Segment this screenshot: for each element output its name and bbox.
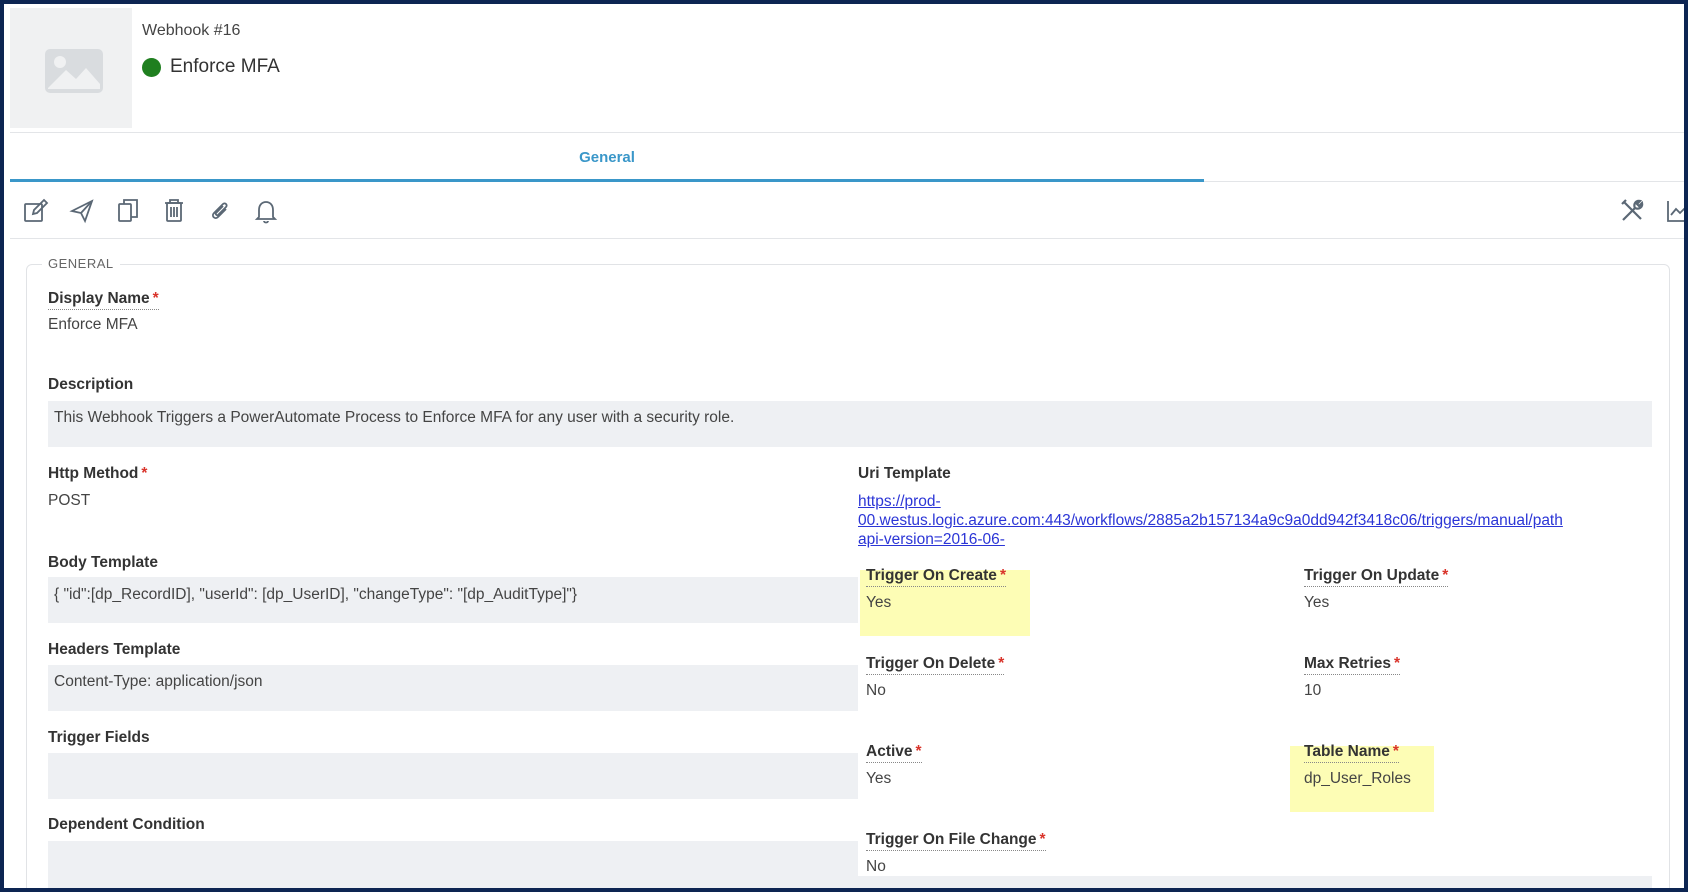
tools-icon[interactable] (1618, 197, 1646, 225)
table-name-label: Table Name * (1304, 743, 1399, 763)
body-template-label: Body Template (48, 554, 158, 571)
record-header: Webhook #16 Enforce MFA (4, 4, 1684, 132)
description-value: This Webhook Triggers a PowerAutomate Pr… (54, 409, 735, 426)
max-retries-label: Max Retries * (1304, 655, 1401, 675)
uri-template-link-line2[interactable]: 00.westus.logic.azure.com:443/workflows/… (858, 511, 1658, 530)
headers-template-label: Headers Template (48, 641, 181, 658)
toolbar (10, 183, 1684, 239)
trigger-on-create-label: Trigger On Create * (866, 567, 1006, 587)
display-name-label: Display Name * (48, 290, 159, 310)
display-name-value[interactable]: Enforce MFA (48, 316, 138, 334)
tab-general[interactable]: General (10, 133, 1204, 182)
trigger-on-delete-label: Trigger On Delete * (866, 655, 1005, 675)
uri-template-link-line3[interactable]: api-version=2016-06- (858, 530, 1658, 548)
trigger-on-file-change-value[interactable]: No (866, 858, 886, 876)
trigger-fields-field[interactable] (48, 753, 858, 799)
trigger-on-create-value[interactable]: Yes (866, 594, 891, 612)
trigger-on-file-change-label: Trigger On File Change * (866, 831, 1046, 851)
edit-icon[interactable] (22, 197, 50, 225)
uri-template-field: https://prod- 00.westus.logic.azure.com:… (858, 492, 1658, 548)
chart-icon[interactable] (1664, 197, 1684, 225)
trigger-fields-label: Trigger Fields (48, 729, 150, 746)
active-value[interactable]: Yes (866, 770, 891, 788)
uri-template-link-line1[interactable]: https://prod- (858, 492, 1658, 511)
record-image-placeholder[interactable] (10, 8, 132, 128)
section-title: GENERAL (42, 256, 120, 271)
table-name-value[interactable]: dp_User_Roles (1304, 770, 1411, 788)
app-frame: Webhook #16 Enforce MFA General GENERAL … (0, 0, 1688, 892)
http-method-label: Http Method * (48, 465, 148, 482)
tab-bar: General (10, 132, 1684, 182)
trigger-on-file-change-field-edge (858, 876, 1652, 888)
active-label: Active * (866, 743, 922, 763)
uri-template-label: Uri Template (858, 465, 951, 482)
headers-template-value: Content-Type: application/json (54, 673, 263, 690)
copy-icon[interactable] (114, 197, 142, 225)
trigger-on-update-label: Trigger On Update * (1304, 567, 1449, 587)
attach-icon[interactable] (206, 197, 234, 225)
record-type-label: Webhook #16 (142, 22, 241, 39)
status-indicator (142, 57, 161, 77)
send-icon[interactable] (68, 197, 96, 225)
record-title-text: Enforce MFA (170, 56, 280, 77)
trigger-on-update-value[interactable]: Yes (1304, 594, 1329, 612)
delete-icon[interactable] (160, 197, 188, 225)
http-method-value[interactable]: POST (48, 492, 90, 510)
record-title: Enforce MFA (142, 56, 280, 78)
bell-icon[interactable] (252, 197, 280, 225)
max-retries-value[interactable]: 10 (1304, 682, 1321, 700)
dependent-condition-field[interactable] (48, 841, 858, 888)
image-icon (45, 49, 103, 93)
description-label: Description (48, 376, 134, 393)
body-template-value: { "id":[dp_RecordID], "userId": [dp_User… (54, 586, 578, 603)
trigger-on-delete-value[interactable]: No (866, 682, 886, 700)
dependent-condition-label: Dependent Condition (48, 816, 205, 833)
